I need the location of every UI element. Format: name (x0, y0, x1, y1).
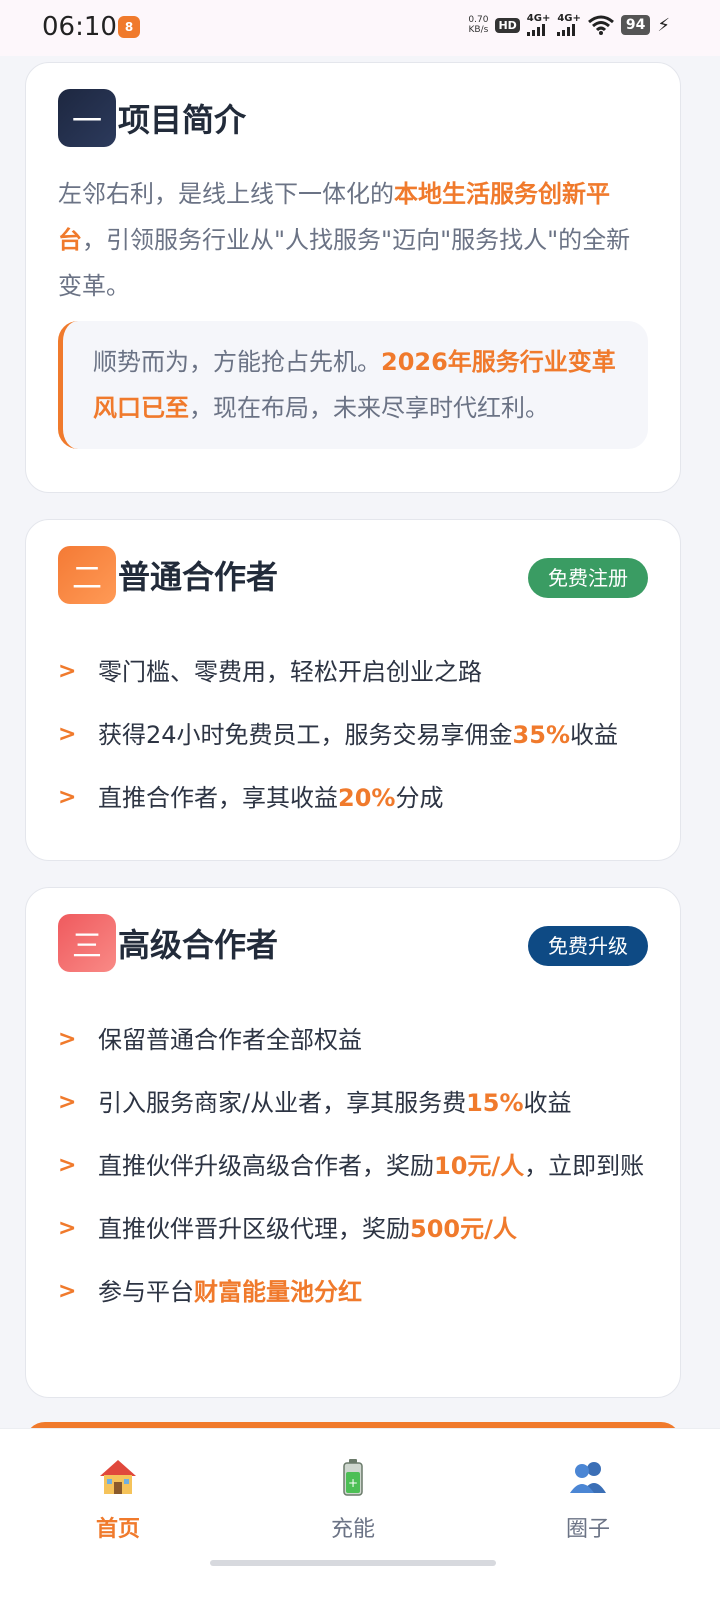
list-item: > 获得24小时免费员工，服务交易享佣金35%收益 (58, 713, 650, 757)
item-text: 收益 (570, 721, 618, 749)
status-indicators: 0.70 KB/s HD 4G+ 4G+ 94 ⚡ (468, 14, 670, 36)
svg-text:+: + (348, 1476, 358, 1490)
intro-card-header: 一 项目简介 (58, 89, 246, 147)
intro-text-part: ，引领服务行业从"人找服务"迈向"服务找人"的全新变革。 (58, 226, 631, 300)
chevron-right-icon: > (58, 1216, 77, 1241)
list-item: > 参与平台财富能量池分红 (58, 1270, 650, 1314)
network-type-sim2: 4G+ (557, 13, 581, 24)
item-highlight: 财富能量池分红 (194, 1278, 362, 1306)
chevron-right-icon: > (58, 1279, 77, 1304)
section-number-1: 一 (58, 89, 116, 147)
senior-partner-header: 三 高级合作者 (58, 914, 278, 972)
charging-icon: ⚡ (657, 14, 670, 36)
regular-benefits-list: > 零门槛、零费用，轻松开启创业之路 > 获得24小时免费员工，服务交易享佣金35%… (58, 650, 650, 839)
network-speed-value: 0.70 (468, 15, 489, 25)
item-text: 分成 (395, 784, 444, 812)
wifi-icon (587, 15, 614, 35)
signal-icon-sim2: 4G+ (557, 14, 581, 36)
item-highlight: 500元/人 (410, 1215, 517, 1243)
highlight-quote: 顺势而为，方能抢占先机。2026年服务行业变革风口已至，现在布局，未来尽享时代红… (58, 321, 648, 449)
network-speed-unit: KB/s (468, 25, 489, 35)
free-upgrade-button[interactable]: 免费升级 (528, 926, 648, 966)
home-indicator[interactable] (210, 1560, 496, 1566)
list-item: > 保留普通合作者全部权益 (58, 1018, 650, 1062)
network-type-sim1: 4G+ (526, 13, 551, 24)
quote-text-part: ，现在布局，未来尽享时代红利。 (189, 394, 549, 422)
chevron-right-icon: > (58, 1090, 77, 1115)
hd-voice-icon: HD (495, 17, 520, 33)
battery-level: 94 (620, 15, 651, 35)
free-register-button[interactable]: 免费注册 (528, 558, 648, 598)
item-text: 直推伙伴晋升区级代理，奖励 (98, 1215, 410, 1243)
intro-text-part: 左邻右利，是线上线下一体化的 (58, 180, 394, 208)
nav-label-home: 首页 (95, 1517, 140, 1542)
list-item: > 直推合作者，享其收益20%分成 (58, 776, 650, 820)
section-title: 普通合作者 (118, 558, 279, 596)
senior-partner-card: 三 高级合作者 免费升级 > 保留普通合作者全部权益 > 引入服务商家/从业者，享其… (25, 887, 681, 1398)
nav-label-charge: 充能 (330, 1517, 375, 1542)
item-text: 零门槛、零费用，轻松开启创业之路 (98, 658, 482, 686)
item-text: 收益 (523, 1089, 572, 1117)
item-text: 参与平台 (98, 1278, 194, 1306)
list-item: > 零门槛、零费用，轻松开启创业之路 (58, 650, 650, 694)
senior-benefits-list: > 保留普通合作者全部权益 > 引入服务商家/从业者，享其服务费15%收益 > 直推伙… (58, 1018, 650, 1333)
chevron-right-icon: > (58, 1027, 77, 1052)
item-text: ，立即到账 (524, 1152, 645, 1180)
network-speed: 0.70 KB/s (468, 15, 488, 35)
quote-text-part: 顺势而为，方能抢占先机。 (93, 348, 381, 376)
bottom-nav: 首页 + 充能 圈子 (0, 1428, 720, 1601)
regular-partner-header: 二 普通合作者 (58, 546, 278, 604)
nav-label-circle: 圈子 (565, 1517, 610, 1542)
chevron-right-icon: > (58, 785, 77, 810)
item-text: 获得24小时免费员工，服务交易享佣金 (98, 721, 513, 749)
nav-item-charge[interactable]: + 充能 (293, 1457, 413, 1543)
battery-icon: + (293, 1457, 413, 1497)
home-icon (58, 1457, 178, 1497)
section-title: 高级合作者 (118, 926, 279, 964)
item-highlight: 10元/人 (434, 1152, 525, 1180)
nav-item-home[interactable]: 首页 (58, 1457, 178, 1543)
app-notification-icon: 8 (118, 16, 140, 38)
section-number-2: 二 (58, 546, 116, 604)
item-text: 引入服务商家/从业者，享其服务费 (98, 1089, 467, 1117)
regular-partner-card: 二 普通合作者 免费注册 > 零门槛、零费用，轻松开启创业之路 > 获得24小时免费… (25, 519, 681, 861)
item-text: 直推合作者，享其收益 (98, 784, 338, 812)
list-item: > 直推伙伴升级高级合作者，奖励10元/人，立即到账 (58, 1144, 650, 1188)
section-number-3: 三 (58, 914, 116, 972)
item-highlight: 15% (466, 1089, 524, 1117)
chevron-right-icon: > (58, 1153, 77, 1178)
intro-card: 一 项目简介 左邻右利，是线上线下一体化的本地生活服务创新平台，引领服务行业从"… (25, 62, 681, 493)
status-time: 06:10 (42, 12, 117, 42)
people-icon (528, 1457, 648, 1497)
status-bar: 06:10 8 0.70 KB/s HD 4G+ 4G+ 94 ⚡ (0, 0, 720, 56)
section-title: 项目简介 (118, 101, 247, 139)
item-text: 保留普通合作者全部权益 (98, 1026, 362, 1054)
item-highlight: 35% (512, 721, 570, 749)
list-item: > 直推伙伴晋升区级代理，奖励500元/人 (58, 1207, 650, 1251)
intro-text: 左邻右利，是线上线下一体化的本地生活服务创新平台，引领服务行业从"人找服务"迈向… (58, 171, 646, 309)
chevron-right-icon: > (58, 722, 77, 747)
chevron-right-icon: > (58, 659, 77, 684)
nav-item-circle[interactable]: 圈子 (528, 1457, 648, 1543)
item-highlight: 20% (338, 784, 396, 812)
item-text: 直推伙伴升级高级合作者，奖励 (98, 1152, 434, 1180)
list-item: > 引入服务商家/从业者，享其服务费15%收益 (58, 1081, 650, 1125)
signal-icon-sim1: 4G+ (526, 13, 551, 36)
